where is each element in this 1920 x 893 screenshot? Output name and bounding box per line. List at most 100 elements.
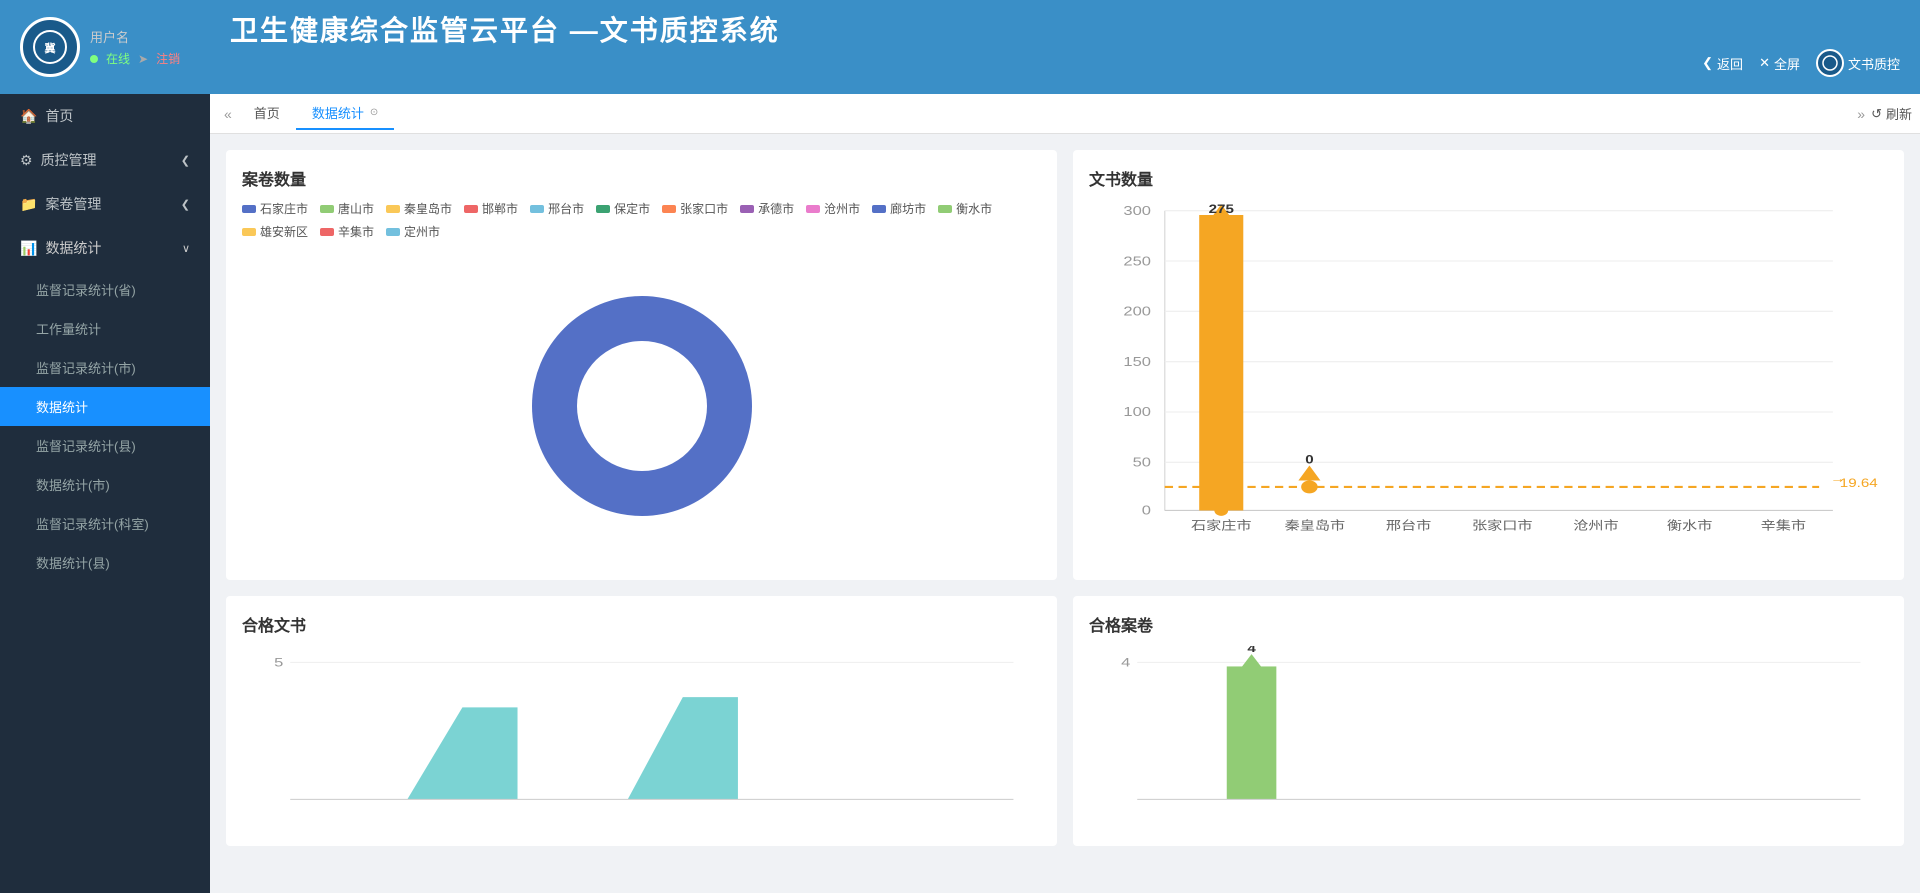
sidebar-sub-7[interactable]: 监督记录统计(科室) [0, 504, 210, 543]
svg-text:0: 0 [1305, 453, 1313, 466]
chart-hege-wenshu: 合格文书 5 [226, 596, 1057, 846]
legend-baoding: 保定市 [596, 200, 650, 217]
legend-color-handan [464, 205, 478, 213]
status-logout-label[interactable]: 注销 [156, 50, 180, 67]
legend-color-xingjishi [320, 228, 334, 236]
logo-icon: 冀 [20, 17, 80, 77]
sidebar-item-case[interactable]: 📁 案卷管理 ❮ [0, 182, 210, 226]
refresh-button[interactable]: ↺ 刷新 [1871, 104, 1912, 123]
chart-anjuan: 案卷数量 石家庄市 唐山市 秦皇岛市 [226, 150, 1057, 580]
legend-label-cangzhou: 沧州市 [824, 200, 860, 217]
sidebar-item-data[interactable]: 📊 数据统计 ∨ [0, 226, 210, 270]
wenshuzhi-button[interactable]: 文书质控 [1816, 49, 1900, 77]
legend-label-hengshui: 衡水市 [956, 200, 992, 217]
legend-color-baoding [596, 205, 610, 213]
legend-xiongan: 雄安新区 [242, 223, 308, 240]
chart-anjuan-title: 案卷数量 [242, 166, 1041, 190]
wenshu-chart-svg: 300 250 200 150 100 50 0 → 19.64 [1089, 200, 1888, 564]
legend-color-tangshan [320, 205, 334, 213]
tab-home[interactable]: 首页 [238, 97, 296, 130]
charts-bottom-row: 合格文书 5 [226, 596, 1904, 846]
data-arrow-icon: ∨ [182, 242, 190, 255]
sidebar-sub-2[interactable]: 工作量统计 [0, 309, 210, 348]
tab-next-button[interactable]: » [1851, 106, 1871, 122]
back-icon: ❮ [1702, 55, 1713, 71]
legend-label-xiongan: 雄安新区 [260, 223, 308, 240]
user-name-label: 用户名 [90, 27, 180, 46]
home-icon: 🏠 [20, 108, 37, 125]
legend-color-xiongan [242, 228, 256, 236]
back-button[interactable]: ❮ 返回 [1702, 54, 1743, 73]
legend-label-langfang: 廊坊市 [890, 200, 926, 217]
sidebar-sub-3[interactable]: 监督记录统计(市) [0, 348, 210, 387]
sidebar-sub-8-label: 数据统计(县) [36, 556, 110, 571]
sidebar-sub-6[interactable]: 数据统计(市) [0, 465, 210, 504]
chart-wenshu-title: 文书数量 [1089, 166, 1888, 190]
sidebar-case-label: 案卷管理 [45, 194, 101, 214]
chart-hege-anjuan: 合格案卷 4 4 [1073, 596, 1904, 846]
user-info: 用户名 在线 ➤ 注销 [90, 27, 180, 67]
legend-label-xingjishi: 辛集市 [338, 223, 374, 240]
fullscreen-label: 全屏 [1774, 54, 1800, 73]
svg-text:辛集市: 辛集市 [1761, 518, 1806, 532]
sidebar-sub-6-label: 数据统计(市) [36, 478, 110, 493]
hege-wenshu-svg: 5 [242, 646, 1041, 830]
legend-color-langfang [872, 205, 886, 213]
legend-zhangjiakou: 张家口市 [662, 200, 728, 217]
legend-xingtai: 邢台市 [530, 200, 584, 217]
bar-shijiazhuang[interactable] [1199, 215, 1243, 510]
tab-data-label: 数据统计 [312, 103, 364, 122]
legend-color-hengshui [938, 205, 952, 213]
legend-label-tangshan: 唐山市 [338, 200, 374, 217]
refresh-icon: ↺ [1871, 106, 1882, 122]
svg-text:5: 5 [274, 656, 283, 669]
refresh-label: 刷新 [1886, 104, 1912, 123]
sidebar-sub-4[interactable]: 数据统计 [0, 387, 210, 426]
svg-text:250: 250 [1123, 255, 1151, 269]
sidebar-home-label: 首页 [45, 106, 73, 126]
legend-color-chengde [740, 205, 754, 213]
legend-label-shijiazhuang: 石家庄市 [260, 200, 308, 217]
tab-close-icon[interactable]: ⊙ [370, 107, 378, 118]
wenshu-chart-area: 300 250 200 150 100 50 0 → 19.64 [1089, 200, 1888, 564]
legend-hengshui: 衡水市 [938, 200, 992, 217]
sidebar-item-home[interactable]: 🏠 首页 [0, 94, 210, 138]
sidebar-sub-4-label: 数据统计 [36, 400, 88, 415]
hege-wenshu-area: 5 [242, 646, 1041, 830]
legend-label-zhangjiakou: 张家口市 [680, 200, 728, 217]
hege-anjuan-area: 4 4 [1089, 646, 1888, 830]
tab-data-statistics[interactable]: 数据统计 ⊙ [296, 97, 394, 130]
sidebar-data-label: 数据统计 [45, 238, 101, 258]
legend-handan: 邯郸市 [464, 200, 518, 217]
legend-color-xingtai [530, 205, 544, 213]
legend-dingzhou: 定州市 [386, 223, 440, 240]
svg-text:4: 4 [1121, 656, 1130, 669]
sidebar-sub-5[interactable]: 监督记录统计(县) [0, 426, 210, 465]
fullscreen-button[interactable]: ✕ 全屏 [1759, 54, 1800, 73]
sidebar-sub-5-label: 监督记录统计(县) [36, 439, 136, 454]
legend-color-shijiazhuang [242, 205, 256, 213]
sidebar-item-quality[interactable]: ⚙ 质控管理 ❮ [0, 138, 210, 182]
svg-text:19.64: 19.64 [1840, 477, 1878, 490]
svg-text:秦皇岛市: 秦皇岛市 [1285, 518, 1346, 532]
user-status: 在线 ➤ 注销 [90, 50, 180, 67]
hege-anjuan-svg: 4 4 [1089, 646, 1888, 830]
sidebar-sub-8[interactable]: 数据统计(县) [0, 543, 210, 582]
tab-home-label: 首页 [254, 103, 280, 122]
back-label: 返回 [1717, 54, 1743, 73]
chart-hege-wenshu-title: 合格文书 [242, 612, 1041, 636]
sidebar: 🏠 首页 ⚙ 质控管理 ❮ 📁 案卷管理 ❮ 📊 数据统计 ∨ 监督记录统计(省… [0, 94, 210, 893]
donut-chart-container [242, 248, 1041, 564]
svg-text:100: 100 [1123, 406, 1151, 420]
content-area: « 首页 数据统计 ⊙ » ↺ 刷新 案卷数量 [210, 94, 1920, 893]
charts-top-row: 案卷数量 石家庄市 唐山市 秦皇岛市 [226, 150, 1904, 580]
status-online-label: 在线 [106, 50, 130, 67]
svg-text:邢台市: 邢台市 [1386, 518, 1431, 532]
sidebar-sub-7-label: 监督记录统计(科室) [36, 517, 149, 532]
legend-color-cangzhou [806, 205, 820, 213]
main-title: 卫生健康综合监管云平台 —文书质控系统 [230, 9, 1900, 49]
tab-prev-button[interactable]: « [218, 106, 238, 122]
svg-text:0: 0 [1142, 504, 1151, 518]
sidebar-sub-1[interactable]: 监督记录统计(省) [0, 270, 210, 309]
fullscreen-icon: ✕ [1759, 55, 1770, 71]
